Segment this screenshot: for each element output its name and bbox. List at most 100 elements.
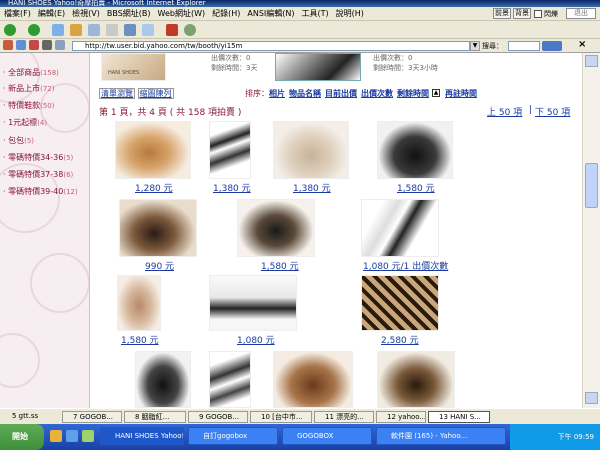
address-dropdown-icon[interactable]: ▼ — [470, 41, 480, 51]
next-page-link[interactable]: 下 50 項 — [535, 105, 570, 118]
sidebar-item-one-dollar[interactable]: · 1元起標(4) — [3, 117, 47, 128]
scrollbar-thumb[interactable] — [585, 163, 598, 208]
sidebar-item-new[interactable]: · 新品上市(72) — [3, 83, 54, 94]
product-price[interactable]: 1,080 元/1 出價次數 — [363, 259, 448, 272]
product-image[interactable] — [117, 275, 161, 331]
exit-select[interactable]: 退出 — [566, 8, 596, 19]
menu-history[interactable]: 紀錄(H) — [212, 8, 240, 19]
quicklaunch-icon[interactable] — [66, 430, 78, 442]
menu-bbs[interactable]: BBS網址(B) — [107, 8, 151, 19]
url-field[interactable]: http://tw.user.bid.yahoo.com/tw/booth/yi… — [72, 41, 470, 51]
menu-file[interactable]: 檔案(F) — [4, 8, 31, 19]
cut-icon[interactable] — [88, 24, 100, 36]
product-price[interactable]: 1,580 元 — [121, 333, 159, 346]
task-item[interactable]: 10 [台中市... — [250, 411, 312, 423]
prev-page-link[interactable]: 上 50 項 — [487, 105, 522, 118]
close-icon[interactable]: × — [578, 39, 586, 50]
window-button[interactable]: 自訂gogobox — [188, 427, 278, 445]
scroll-down-icon[interactable] — [585, 392, 598, 404]
sidebar-item-sale[interactable]: · 特價鞋款(50) — [3, 100, 54, 111]
stop-icon[interactable] — [29, 40, 39, 50]
refresh-icon[interactable] — [16, 40, 26, 50]
sidebar-item-bags[interactable]: · 包包(5) — [3, 135, 34, 146]
foreground-button[interactable]: 前景 — [493, 8, 511, 19]
sort-current-bid[interactable]: 目前出價 — [325, 88, 357, 99]
product-image[interactable] — [209, 121, 251, 179]
task-item[interactable]: 9 GOGOB... — [188, 411, 248, 423]
product-image[interactable] — [237, 199, 315, 257]
window-button[interactable]: 軟件園 (165) - Yahoo... — [376, 427, 506, 445]
font-icon[interactable] — [166, 24, 178, 36]
product-image[interactable] — [361, 275, 439, 331]
product-price[interactable]: 1,080 元 — [237, 333, 275, 346]
blink-checkbox[interactable] — [534, 10, 542, 18]
sort-name[interactable]: 物品名稱 — [289, 88, 321, 99]
vertical-scrollbar[interactable] — [582, 53, 600, 408]
window-button[interactable]: HANI SHOES Yahoo!... — [100, 427, 184, 445]
grid-view-tab[interactable]: 縮圖陳列 — [137, 88, 174, 99]
product-image[interactable] — [115, 121, 191, 179]
menu-web[interactable]: Web網址(W) — [158, 8, 206, 19]
swirl-decoration — [30, 253, 89, 313]
product-image[interactable] — [119, 199, 197, 257]
task-item[interactable]: 8 胭脂紅... — [124, 411, 186, 423]
product-price[interactable]: 990 元 — [145, 259, 174, 272]
product-image[interactable] — [273, 121, 349, 179]
dial-icon[interactable] — [52, 24, 64, 36]
sidebar-item-size-34-36[interactable]: · 零碼特價34-36(5) — [3, 152, 73, 163]
star-icon[interactable] — [70, 24, 82, 36]
mail-icon[interactable] — [55, 40, 65, 50]
menu-ansi[interactable]: ANSI編輯(N) — [247, 8, 294, 19]
scroll-up-icon[interactable] — [585, 55, 598, 67]
background-button[interactable]: 背景 — [513, 8, 531, 19]
sidebar-item-size-39-40[interactable]: · 零碼特價39-40(12) — [3, 186, 78, 197]
home-icon[interactable] — [3, 40, 13, 50]
quicklaunch-icon[interactable] — [50, 430, 62, 442]
list-view-tab[interactable]: 清單瀏覽 — [99, 88, 135, 99]
back-icon[interactable] — [4, 24, 16, 36]
product-image[interactable] — [377, 121, 453, 179]
menu-tools[interactable]: 工具(T) — [302, 8, 329, 19]
task-item[interactable]: 7 GOGOB... — [62, 411, 122, 423]
copy-icon[interactable] — [106, 24, 118, 36]
print-icon[interactable] — [42, 40, 52, 50]
product-price[interactable]: 1,580 元 — [397, 181, 435, 194]
product-price[interactable]: 1,580 元 — [261, 259, 299, 272]
task-item[interactable]: 11 漂亮的... — [314, 411, 374, 423]
sort-photo[interactable]: 相片 — [269, 88, 285, 99]
product-image[interactable] — [361, 199, 439, 257]
sort-time-left[interactable]: 剩餘時間 — [397, 88, 429, 99]
start-button[interactable]: 開始 — [0, 424, 44, 450]
sidebar-item-size-37-38[interactable]: · 零碼特價37-38(6) — [3, 169, 73, 180]
settings-icon[interactable] — [184, 24, 196, 36]
task-item-active[interactable]: 13 HANI S... — [428, 411, 490, 423]
product-price[interactable]: 2,580 元 — [381, 333, 419, 346]
product-price[interactable]: 1,380 元 — [213, 181, 251, 194]
forward-icon[interactable] — [28, 24, 40, 36]
task-item[interactable]: 5 gtt.ss — [2, 411, 58, 423]
task-item[interactable]: 12 yahoo... — [376, 411, 426, 423]
menu-help[interactable]: 說明(H) — [336, 8, 364, 19]
menu-edit[interactable]: 編輯(E) — [38, 8, 65, 19]
sidebar-item-all[interactable]: · 全部商品(158) — [3, 67, 59, 78]
product-image[interactable] — [377, 351, 455, 408]
product-image[interactable] — [273, 351, 353, 408]
paste-icon[interactable] — [124, 24, 136, 36]
quicklaunch-icon[interactable] — [82, 430, 94, 442]
search-input[interactable] — [508, 41, 540, 51]
product-image[interactable]: HANI SHOES — [101, 53, 166, 81]
menu-view[interactable]: 檢視(V) — [72, 8, 100, 19]
product-image[interactable] — [209, 275, 297, 331]
product-image[interactable] — [275, 53, 361, 81]
product-price[interactable]: 1,380 元 — [293, 181, 331, 194]
window-button[interactable]: GOGOBOX — [282, 427, 372, 445]
product-image[interactable] — [135, 351, 191, 408]
page-separator: | — [529, 105, 533, 115]
product-image[interactable] — [209, 351, 251, 408]
sort-relist-time[interactable]: 再註時間 — [445, 88, 477, 99]
search-icon[interactable] — [542, 41, 562, 51]
product-price[interactable]: 1,280 元 — [135, 181, 173, 194]
window-icon[interactable] — [142, 24, 154, 36]
sort-arrow-icon[interactable]: ▲ — [432, 89, 440, 97]
sort-bid-count[interactable]: 出價次數 — [361, 88, 393, 99]
